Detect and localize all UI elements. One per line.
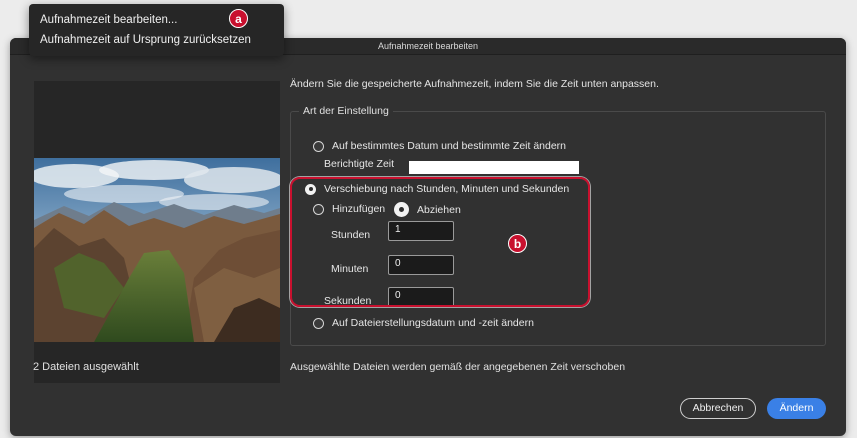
radio-specific-date[interactable] xyxy=(313,140,324,152)
corrected-time-field[interactable] xyxy=(409,161,579,174)
files-selected-text: 2 Dateien ausgewählt xyxy=(33,361,139,373)
cancel-button[interactable]: Abbrechen xyxy=(680,398,756,419)
landscape-thumbnail xyxy=(34,158,280,342)
adjustment-type-legend: Art der Einstellung xyxy=(299,105,393,117)
callout-a: a xyxy=(229,9,248,28)
instruction-text: Ändern Sie die gespeicherte Aufnahmezeit… xyxy=(290,78,659,90)
menu-item-revert-capture-time[interactable]: Aufnahmezeit auf Ursprung zurücksetzen xyxy=(40,34,251,46)
option-file-created[interactable]: Auf Dateierstellungsdatum und -zeit ände… xyxy=(313,317,534,329)
corrected-time-label: Berichtigte Zeit xyxy=(324,158,395,170)
preview-panel xyxy=(34,81,280,383)
status-text: Ausgewählte Dateien werden gemäß der ang… xyxy=(290,361,626,373)
menu-item-edit-capture-time[interactable]: Aufnahmezeit bearbeiten... xyxy=(40,14,177,26)
shift-settings-highlight xyxy=(290,177,590,307)
option-specific-date[interactable]: Auf bestimmtes Datum und bestimmte Zeit … xyxy=(313,140,566,152)
option-file-created-label: Auf Dateierstellungsdatum und -zeit ände… xyxy=(332,317,534,329)
option-specific-date-label: Auf bestimmtes Datum und bestimmte Zeit … xyxy=(332,140,567,152)
apply-button[interactable]: Ändern xyxy=(767,398,826,419)
callout-b: b xyxy=(508,234,527,253)
radio-file-created[interactable] xyxy=(313,317,324,329)
